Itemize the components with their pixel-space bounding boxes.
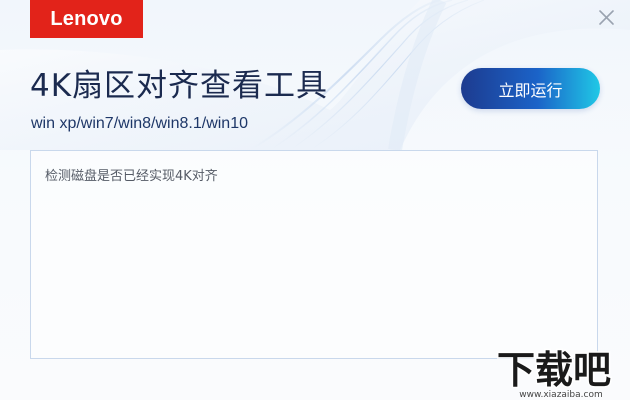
close-icon [599, 10, 614, 25]
log-output-box[interactable]: 检测磁盘是否已经实现4K对齐 [30, 150, 598, 359]
run-now-button[interactable]: 立即运行 [461, 68, 600, 109]
os-support-subtitle: win xp/win7/win8/win8.1/win10 [31, 115, 248, 132]
lenovo-logo: Lenovo [30, 0, 143, 38]
watermark-url-text: www.xiazaiba.com [519, 390, 603, 400]
close-button[interactable] [594, 6, 618, 30]
app-window: Lenovo 4K扇区对齐查看工具 win xp/win7/win8/win8.… [0, 0, 630, 400]
page-title: 4K扇区对齐查看工具 [30, 68, 329, 104]
logo-text: Lenovo [50, 7, 123, 30]
log-text: 检测磁盘是否已经实现4K对齐 [45, 169, 218, 184]
